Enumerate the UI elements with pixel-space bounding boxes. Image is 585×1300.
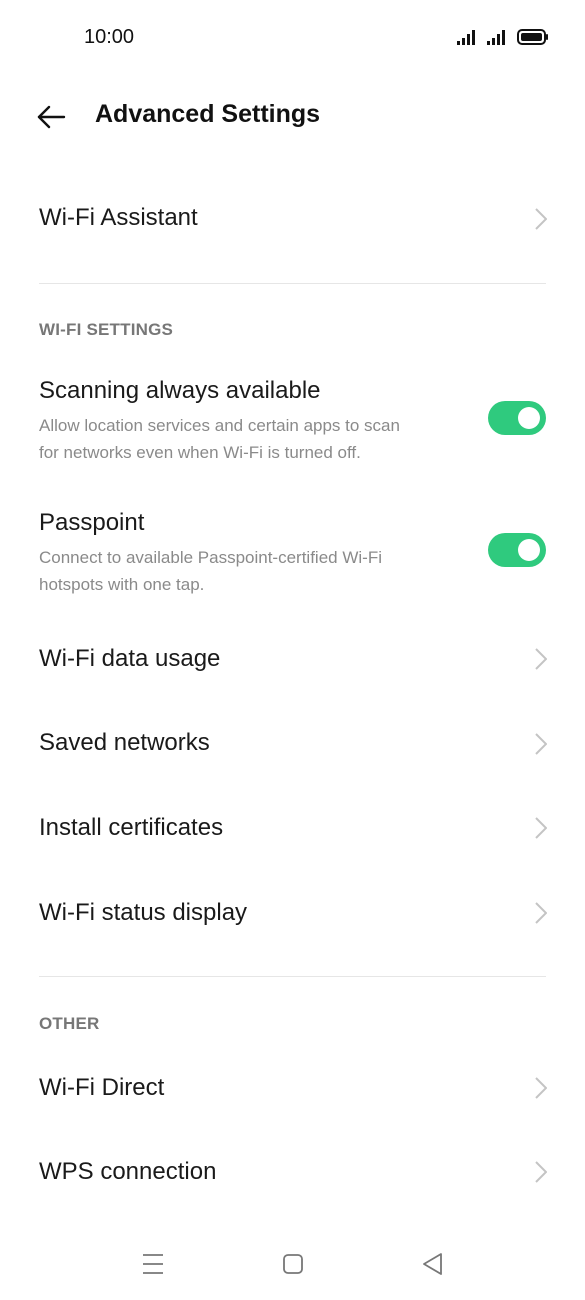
chevron-right-icon <box>535 1161 547 1183</box>
signal-icon <box>457 30 475 45</box>
section-header-other: OTHER <box>39 1014 100 1033</box>
passpoint-description: Connect to available Passpoint-certified… <box>39 544 469 598</box>
back-arrow-icon[interactable] <box>36 104 66 130</box>
wifi-assistant-row[interactable]: Wi-Fi Assistant <box>0 180 585 260</box>
chevron-right-icon <box>535 1077 547 1099</box>
status-icons <box>457 28 549 46</box>
wps-connection-row[interactable]: WPS connection <box>0 1133 585 1213</box>
chevron-right-icon <box>535 208 547 230</box>
wifi-data-usage-row[interactable]: Wi-Fi data usage <box>0 620 585 700</box>
status-time: 10:00 <box>84 26 135 48</box>
wifi-direct-row[interactable]: Wi-Fi Direct <box>0 1049 585 1129</box>
chevron-right-icon <box>535 733 547 755</box>
scanning-toggle[interactable] <box>488 401 546 435</box>
scanning-always-available-row[interactable]: Scanning always available Allow location… <box>0 365 585 475</box>
scanning-description-line1: Allow location services and certain apps… <box>39 416 400 435</box>
passpoint-title: Passpoint <box>39 509 145 536</box>
chevron-right-icon <box>535 817 547 839</box>
wifi-data-usage-label: Wi-Fi data usage <box>39 645 221 672</box>
passpoint-description-line1: Connect to available Passpoint-certified… <box>39 548 382 567</box>
toggle-knob <box>518 539 540 561</box>
passpoint-row[interactable]: Passpoint Connect to available Passpoint… <box>0 497 585 607</box>
chevron-right-icon <box>535 902 547 924</box>
saved-networks-label: Saved networks <box>39 729 210 756</box>
install-certificates-row[interactable]: Install certificates <box>0 789 585 869</box>
page-title: Advanced Settings <box>95 100 321 128</box>
wifi-assistant-label: Wi-Fi Assistant <box>39 204 198 231</box>
passpoint-toggle[interactable] <box>488 533 546 567</box>
scanning-description: Allow location services and certain apps… <box>39 412 469 466</box>
saved-networks-row[interactable]: Saved networks <box>0 705 585 785</box>
menu-icon[interactable] <box>140 1248 166 1280</box>
wps-connection-label: WPS connection <box>39 1158 217 1185</box>
divider <box>39 283 546 284</box>
scanning-title: Scanning always available <box>39 377 321 404</box>
install-certificates-label: Install certificates <box>39 814 224 841</box>
toggle-knob <box>518 407 540 429</box>
wifi-direct-label: Wi-Fi Direct <box>39 1074 165 1101</box>
wifi-status-display-row[interactable]: Wi-Fi status display <box>0 874 585 954</box>
section-header-wifi-settings: WI-FI SETTINGS <box>39 320 174 339</box>
home-icon[interactable] <box>280 1248 306 1280</box>
divider <box>39 976 546 977</box>
scanning-description-line2: for networks even when Wi-Fi is turned o… <box>39 443 361 462</box>
passpoint-description-line2: hotspots with one tap. <box>39 575 205 594</box>
wifi-status-display-label: Wi-Fi status display <box>39 899 248 926</box>
signal-icon <box>487 30 505 45</box>
back-icon[interactable] <box>420 1248 446 1280</box>
battery-icon <box>517 29 548 45</box>
chevron-right-icon <box>535 648 547 670</box>
